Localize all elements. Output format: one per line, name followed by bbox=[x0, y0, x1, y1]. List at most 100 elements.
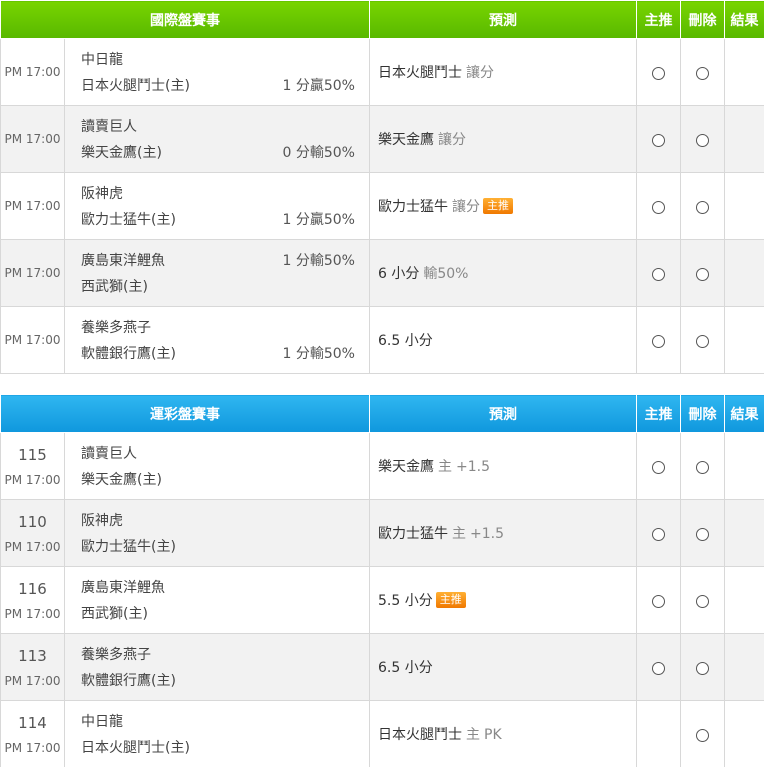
main-pick-cell bbox=[636, 432, 681, 500]
delete-radio-icon[interactable] bbox=[696, 267, 709, 281]
main-pick-column-header: 主推 bbox=[636, 394, 681, 433]
game-time: PM 17:00 bbox=[4, 740, 61, 755]
away-team-name: 讀賣巨人 bbox=[81, 119, 137, 135]
prediction-cell: 6.5 小分 bbox=[369, 633, 637, 701]
game-row: PM 17:00 廣島東洋鯉魚 1 分輸50% 西武獅(主) 6 小分 輸50% bbox=[0, 239, 764, 307]
main-pick-radio-icon[interactable] bbox=[652, 200, 665, 214]
game-time-cell: 114 PM 17:00 bbox=[0, 700, 65, 767]
home-team-line: 歐力士猛牛(主) 1 分贏50% bbox=[81, 206, 355, 232]
result-cell bbox=[724, 432, 764, 500]
delete-cell bbox=[680, 432, 725, 500]
home-team-line: 日本火腿鬥士(主) 1 分贏50% bbox=[81, 72, 355, 98]
delete-radio-icon[interactable] bbox=[696, 460, 709, 474]
result-cell bbox=[724, 306, 764, 374]
delete-radio-icon[interactable] bbox=[696, 728, 709, 742]
game-time: PM 17:00 bbox=[4, 65, 61, 79]
delete-radio-icon[interactable] bbox=[696, 133, 709, 147]
away-team-line: 廣島東洋鯉魚 bbox=[81, 574, 355, 600]
away-team-line: 阪神虎 bbox=[81, 180, 355, 206]
main-pick-radio-icon[interactable] bbox=[652, 527, 665, 541]
game-time-cell: PM 17:00 bbox=[0, 38, 65, 106]
delete-cell bbox=[680, 38, 725, 106]
delete-radio-icon[interactable] bbox=[696, 594, 709, 608]
home-team-name: 樂天金鷹(主) bbox=[81, 472, 162, 488]
main-pick-radio-icon[interactable] bbox=[652, 133, 665, 147]
delete-radio-icon[interactable] bbox=[696, 334, 709, 348]
prediction-pick: 6 小分 bbox=[378, 266, 420, 282]
home-team-name: 樂天金鷹(主) bbox=[81, 145, 162, 161]
home-team-name: 日本火腿鬥士(主) bbox=[81, 740, 190, 756]
prediction-cell: 日本火腿鬥士主 PK bbox=[369, 700, 637, 767]
prediction-cell: 5.5 小分 主推 bbox=[369, 566, 637, 634]
home-team-line: 樂天金鷹(主) bbox=[81, 466, 355, 492]
main-pick-cell bbox=[636, 700, 681, 767]
result-cell bbox=[724, 172, 764, 240]
result-column-header: 結果 bbox=[724, 394, 764, 433]
main-pick-cell bbox=[636, 499, 681, 567]
game-time: PM 17:00 bbox=[4, 472, 61, 487]
odds-result: 1 分贏50% bbox=[282, 212, 355, 228]
main-pick-radio-icon[interactable] bbox=[652, 334, 665, 348]
matchup-cell: 養樂多燕子軟體銀行鷹(主) bbox=[64, 633, 370, 701]
delete-radio-icon[interactable] bbox=[696, 66, 709, 80]
game-time: PM 17:00 bbox=[4, 199, 61, 213]
main-pick-radio-icon[interactable] bbox=[652, 594, 665, 608]
home-team-name: 西武獅(主) bbox=[81, 279, 148, 295]
game-number: 116 bbox=[18, 579, 47, 598]
prediction-odds: PK bbox=[484, 727, 502, 743]
matchup-cell: 廣島東洋鯉魚 1 分輸50% 西武獅(主) bbox=[64, 239, 370, 307]
away-team-name: 養樂多燕子 bbox=[81, 647, 151, 663]
home-team-name: 歐力士猛牛(主) bbox=[81, 212, 176, 228]
result-cell bbox=[724, 700, 764, 767]
main-pick-radio-icon[interactable] bbox=[652, 460, 665, 474]
matchup-cell: 廣島東洋鯉魚 西武獅(主) bbox=[64, 566, 370, 634]
prediction-type: 讓分 bbox=[452, 199, 480, 215]
delete-cell bbox=[680, 239, 725, 307]
main-pick-cell bbox=[636, 239, 681, 307]
game-time-cell: 116 PM 17:00 bbox=[0, 566, 65, 634]
delete-radio-icon[interactable] bbox=[696, 200, 709, 214]
game-time: PM 17:00 bbox=[4, 266, 61, 280]
home-team-name: 軟體銀行鷹(主) bbox=[81, 346, 176, 362]
main-pick-badge: 主推 bbox=[483, 198, 513, 214]
prediction-type: 讓分 bbox=[438, 132, 466, 148]
prediction-cell: 6.5 小分 bbox=[369, 306, 637, 374]
prediction-cell: 歐力士猛牛 讓分 主推 bbox=[369, 172, 637, 240]
result-cell bbox=[724, 499, 764, 567]
home-team-line: 軟體銀行鷹(主) bbox=[81, 667, 355, 693]
away-team-name: 廣島東洋鯉魚 bbox=[81, 580, 165, 596]
main-pick-radio-icon[interactable] bbox=[652, 66, 665, 80]
delete-radio-icon[interactable] bbox=[696, 527, 709, 541]
game-row: 110 PM 17:00 阪神虎 歐力士猛牛(主) 歐力士猛牛主 +1.5 bbox=[0, 499, 764, 567]
prediction-odds: 輸50% bbox=[423, 266, 469, 282]
game-number: 113 bbox=[18, 646, 47, 665]
delete-cell bbox=[680, 499, 725, 567]
delete-column-header: 刪除 bbox=[680, 0, 725, 39]
game-number: 114 bbox=[18, 713, 47, 732]
prediction-pick: 6.5 小分 bbox=[378, 333, 433, 349]
prediction-cell: 6 小分 輸50% bbox=[369, 239, 637, 307]
prediction-type: 主 bbox=[466, 727, 480, 743]
game-row: PM 17:00 阪神虎歐力士猛牛(主) 1 分贏50% 歐力士猛牛 讓分 主推 bbox=[0, 172, 764, 240]
delete-radio-icon[interactable] bbox=[696, 661, 709, 675]
away-team-name: 廣島東洋鯉魚 bbox=[81, 253, 165, 269]
main-pick-cell bbox=[636, 306, 681, 374]
international-odds-table: 國際盤賽事 預測 主推 刪除 結果 PM 17:00 中日龍 日本火腿鬥士(主) 1 分贏50%… bbox=[0, 0, 764, 374]
result-cell bbox=[724, 566, 764, 634]
game-row: 116 PM 17:00 廣島東洋鯉魚 西武獅(主) 5.5 小分 主推 bbox=[0, 566, 764, 634]
game-time-cell: PM 17:00 bbox=[0, 172, 65, 240]
prediction-pick: 日本火腿鬥士 bbox=[378, 727, 462, 743]
main-pick-cell bbox=[636, 105, 681, 173]
main-pick-radio-icon[interactable] bbox=[652, 661, 665, 675]
prediction-pick: 樂天金鷹 bbox=[378, 132, 434, 148]
away-team-line: 中日龍 bbox=[81, 708, 355, 734]
matchup-cell: 養樂多燕子 軟體銀行鷹(主) 1 分輸50% bbox=[64, 306, 370, 374]
game-row: PM 17:00 讀賣巨人 樂天金鷹(主) 0 分輸50% 樂天金鷹 讓分 bbox=[0, 105, 764, 173]
away-team-line: 阪神虎 bbox=[81, 507, 355, 533]
main-pick-radio-icon[interactable] bbox=[652, 267, 665, 281]
home-team-line: 西武獅(主) bbox=[81, 273, 355, 299]
game-row: PM 17:00 中日龍 日本火腿鬥士(主) 1 分贏50% 日本火腿鬥士 讓分 bbox=[0, 38, 764, 106]
odds-result: 0 分輸50% bbox=[282, 145, 355, 161]
prediction-pick: 樂天金鷹 bbox=[378, 459, 434, 475]
main-pick-cell bbox=[636, 38, 681, 106]
